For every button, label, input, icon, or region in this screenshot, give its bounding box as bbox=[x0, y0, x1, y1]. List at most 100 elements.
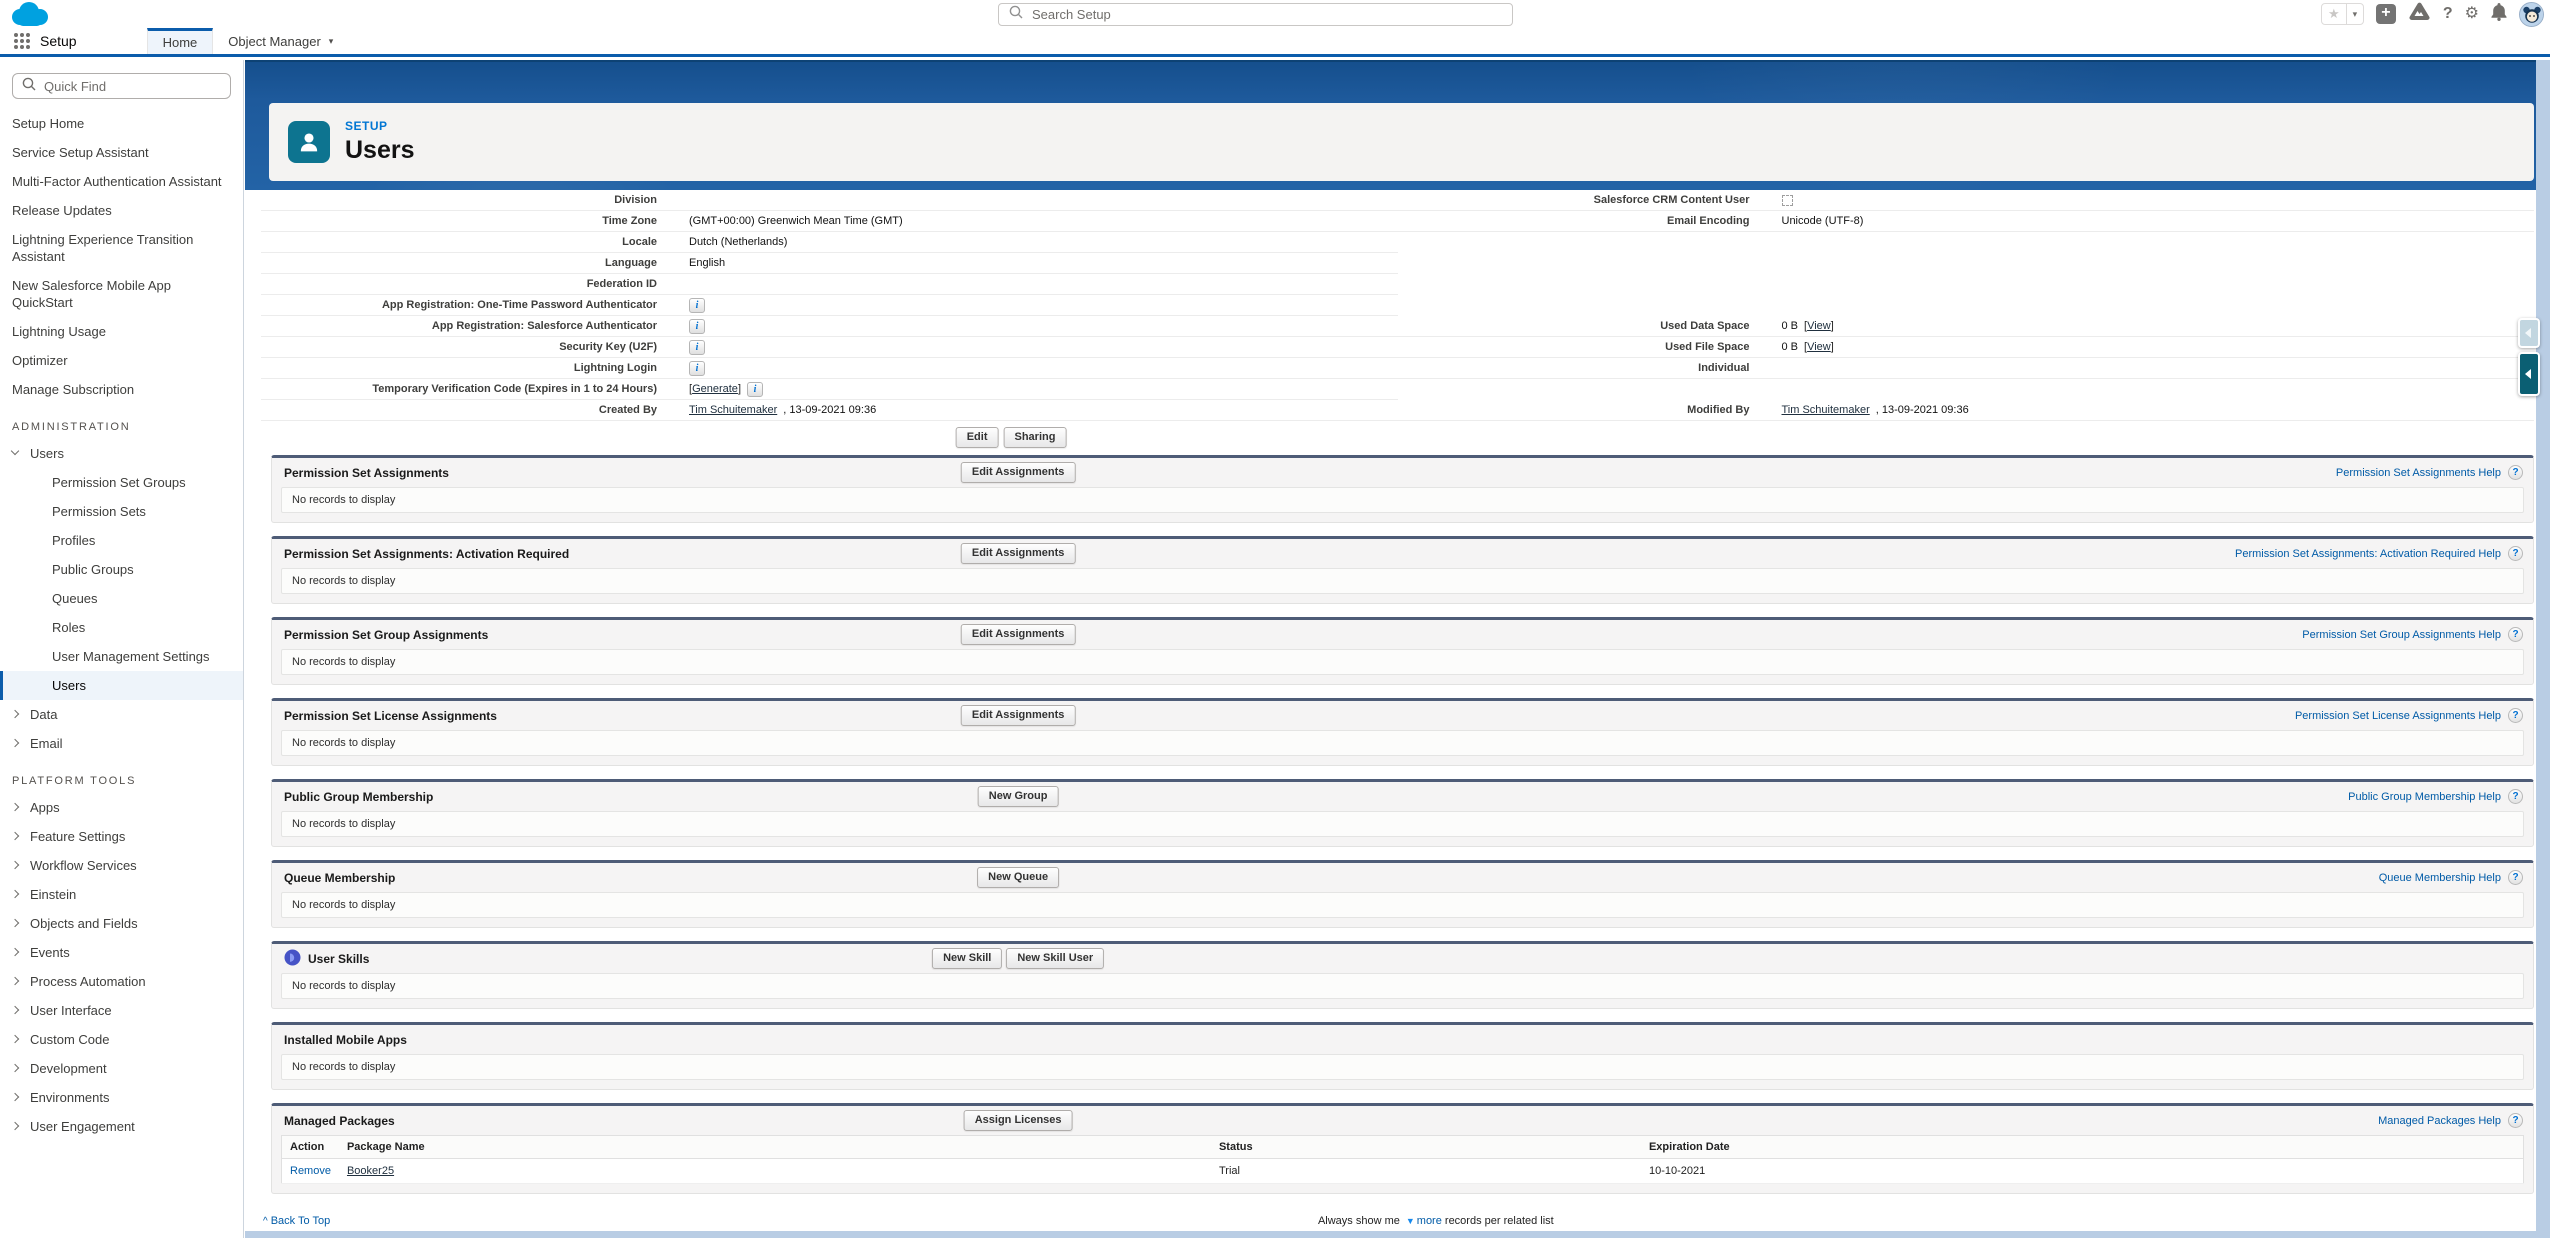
help-link[interactable]: Permission Set Assignments Help bbox=[2336, 467, 2501, 479]
remove-link[interactable]: Remove bbox=[290, 1165, 331, 1177]
edit-assignments-button[interactable]: Edit Assignments bbox=[961, 624, 1076, 645]
chevron-right-icon[interactable] bbox=[11, 1122, 19, 1130]
sidebar-item-email[interactable]: Email bbox=[0, 729, 243, 758]
sidebar-item-user-engagement[interactable]: User Engagement bbox=[0, 1112, 243, 1141]
new-skill-user-button[interactable]: New Skill User bbox=[1006, 948, 1104, 969]
help-circle-icon[interactable]: ? bbox=[2508, 789, 2523, 804]
edit-button[interactable]: Edit bbox=[956, 427, 999, 448]
sidebar-item-profiles[interactable]: Profiles bbox=[0, 526, 243, 555]
help-link[interactable]: Permission Set Group Assignments Help bbox=[2302, 629, 2501, 641]
search-input[interactable] bbox=[1032, 7, 1502, 22]
help-circle-icon[interactable]: ? bbox=[2508, 465, 2523, 480]
sidebar-item-release-updates[interactable]: Release Updates bbox=[0, 196, 243, 225]
help-circle-icon[interactable]: ? bbox=[2508, 546, 2523, 561]
user-link[interactable]: Tim Schuitemaker bbox=[689, 404, 777, 416]
quick-find-input[interactable] bbox=[44, 79, 221, 94]
chevron-right-icon[interactable] bbox=[11, 803, 19, 811]
collapsed-panel-tab-light[interactable] bbox=[2518, 318, 2540, 348]
collapsed-panel-tab-dark[interactable] bbox=[2518, 352, 2540, 396]
sidebar-item-apps[interactable]: Apps bbox=[0, 793, 243, 822]
sidebar-item-optimizer[interactable]: Optimizer bbox=[0, 346, 243, 375]
favorites-star-icon[interactable]: ★ bbox=[2322, 4, 2346, 24]
sidebar-item-service-setup-assistant[interactable]: Service Setup Assistant bbox=[0, 138, 243, 167]
chevron-right-icon[interactable] bbox=[11, 919, 19, 927]
sidebar-item-setup-home[interactable]: Setup Home bbox=[0, 109, 243, 138]
sidebar-item-public-groups[interactable]: Public Groups bbox=[0, 555, 243, 584]
setup-gear-icon[interactable]: ⚙ bbox=[2465, 3, 2479, 25]
user-link[interactable]: Tim Schuitemaker bbox=[1782, 404, 1870, 416]
sidebar-item-feature-settings[interactable]: Feature Settings bbox=[0, 822, 243, 851]
tab-home[interactable]: Home bbox=[147, 28, 214, 54]
info-icon[interactable]: i bbox=[689, 361, 705, 376]
sidebar-item-permission-sets[interactable]: Permission Sets bbox=[0, 497, 243, 526]
chevron-right-icon[interactable] bbox=[11, 710, 19, 718]
help-link[interactable]: Permission Set Assignments: Activation R… bbox=[2235, 548, 2501, 560]
new-queue-button[interactable]: New Queue bbox=[977, 867, 1059, 888]
sidebar-item-lightning-usage[interactable]: Lightning Usage bbox=[0, 317, 243, 346]
new-skill-button[interactable]: New Skill bbox=[932, 948, 1002, 969]
help-circle-icon[interactable]: ? bbox=[2508, 627, 2523, 642]
back-to-top-link[interactable]: ^Back To Top bbox=[263, 1215, 330, 1227]
sidebar-item-new-salesforce-mobile-app-quickstart[interactable]: New Salesforce Mobile App QuickStart bbox=[0, 271, 243, 317]
info-icon[interactable]: i bbox=[689, 298, 705, 313]
sharing-button[interactable]: Sharing bbox=[1003, 427, 1066, 448]
sidebar-item-multi-factor-authentication-assistant[interactable]: Multi-Factor Authentication Assistant bbox=[0, 167, 243, 196]
chevron-right-icon[interactable] bbox=[11, 1035, 19, 1043]
package-link[interactable]: Booker25 bbox=[347, 1165, 394, 1177]
favorites-caret-icon[interactable]: ▾ bbox=[2346, 4, 2363, 24]
sidebar-item-users[interactable]: Users bbox=[0, 439, 243, 468]
sidebar-item-roles[interactable]: Roles bbox=[0, 613, 243, 642]
sidebar-item-objects-and-fields[interactable]: Objects and Fields bbox=[0, 909, 243, 938]
help-link[interactable]: Queue Membership Help bbox=[2379, 872, 2501, 884]
sidebar-item-manage-subscription[interactable]: Manage Subscription bbox=[0, 375, 243, 404]
info-icon[interactable]: i bbox=[747, 382, 763, 397]
notifications-bell-icon[interactable] bbox=[2491, 3, 2507, 26]
app-launcher-icon[interactable] bbox=[0, 28, 40, 54]
help-link[interactable]: Public Group Membership Help bbox=[2348, 791, 2501, 803]
sidebar-item-permission-set-groups[interactable]: Permission Set Groups bbox=[0, 468, 243, 497]
chevron-right-icon[interactable] bbox=[11, 977, 19, 985]
chevron-down-icon[interactable] bbox=[11, 447, 19, 455]
sidebar-item-events[interactable]: Events bbox=[0, 938, 243, 967]
sidebar-item-queues[interactable]: Queues bbox=[0, 584, 243, 613]
chevron-right-icon[interactable] bbox=[11, 1064, 19, 1072]
chevron-right-icon[interactable] bbox=[11, 861, 19, 869]
chevron-right-icon[interactable] bbox=[11, 890, 19, 898]
chevron-right-icon[interactable] bbox=[11, 1006, 19, 1014]
tab-object-manager[interactable]: Object Manager ▾ bbox=[213, 28, 348, 54]
help-circle-icon[interactable]: ? bbox=[2508, 1113, 2523, 1128]
help-circle-icon[interactable]: ? bbox=[2508, 870, 2523, 885]
assign-licenses-button[interactable]: Assign Licenses bbox=[964, 1110, 1073, 1131]
help-circle-icon[interactable]: ? bbox=[2508, 708, 2523, 723]
sidebar-item-environments[interactable]: Environments bbox=[0, 1083, 243, 1112]
generate-link[interactable]: Generate bbox=[692, 383, 738, 395]
sidebar-item-user-interface[interactable]: User Interface bbox=[0, 996, 243, 1025]
info-icon[interactable]: i bbox=[689, 340, 705, 355]
sidebar-item-users[interactable]: Users bbox=[0, 671, 243, 700]
user-avatar[interactable] bbox=[2519, 2, 2544, 27]
sidebar-item-development[interactable]: Development bbox=[0, 1054, 243, 1083]
sidebar-item-workflow-services[interactable]: Workflow Services bbox=[0, 851, 243, 880]
sidebar-item-custom-code[interactable]: Custom Code bbox=[0, 1025, 243, 1054]
info-icon[interactable]: i bbox=[689, 319, 705, 334]
view-link[interactable]: View bbox=[1807, 320, 1831, 332]
sidebar-item-data[interactable]: Data bbox=[0, 700, 243, 729]
edit-assignments-button[interactable]: Edit Assignments bbox=[961, 543, 1076, 564]
edit-assignments-button[interactable]: Edit Assignments bbox=[961, 462, 1076, 483]
chevron-right-icon[interactable] bbox=[11, 1093, 19, 1101]
global-actions-add-icon[interactable]: + bbox=[2376, 4, 2396, 24]
more-records-link[interactable]: more bbox=[1417, 1215, 1442, 1227]
chevron-right-icon[interactable] bbox=[11, 739, 19, 747]
sidebar-item-user-management-settings[interactable]: User Management Settings bbox=[0, 642, 243, 671]
chevron-right-icon[interactable] bbox=[11, 832, 19, 840]
chevron-right-icon[interactable] bbox=[11, 948, 19, 956]
sidebar-item-lightning-experience-transition-assistant[interactable]: Lightning Experience Transition Assistan… bbox=[0, 225, 243, 271]
help-link[interactable]: Permission Set License Assignments Help bbox=[2295, 710, 2501, 722]
new-group-button[interactable]: New Group bbox=[978, 786, 1059, 807]
trailhead-icon[interactable] bbox=[2408, 2, 2431, 26]
help-icon[interactable]: ? bbox=[2443, 3, 2453, 25]
view-link[interactable]: View bbox=[1807, 341, 1831, 353]
sidebar-item-einstein[interactable]: Einstein bbox=[0, 880, 243, 909]
sidebar-item-process-automation[interactable]: Process Automation bbox=[0, 967, 243, 996]
edit-assignments-button[interactable]: Edit Assignments bbox=[961, 705, 1076, 726]
